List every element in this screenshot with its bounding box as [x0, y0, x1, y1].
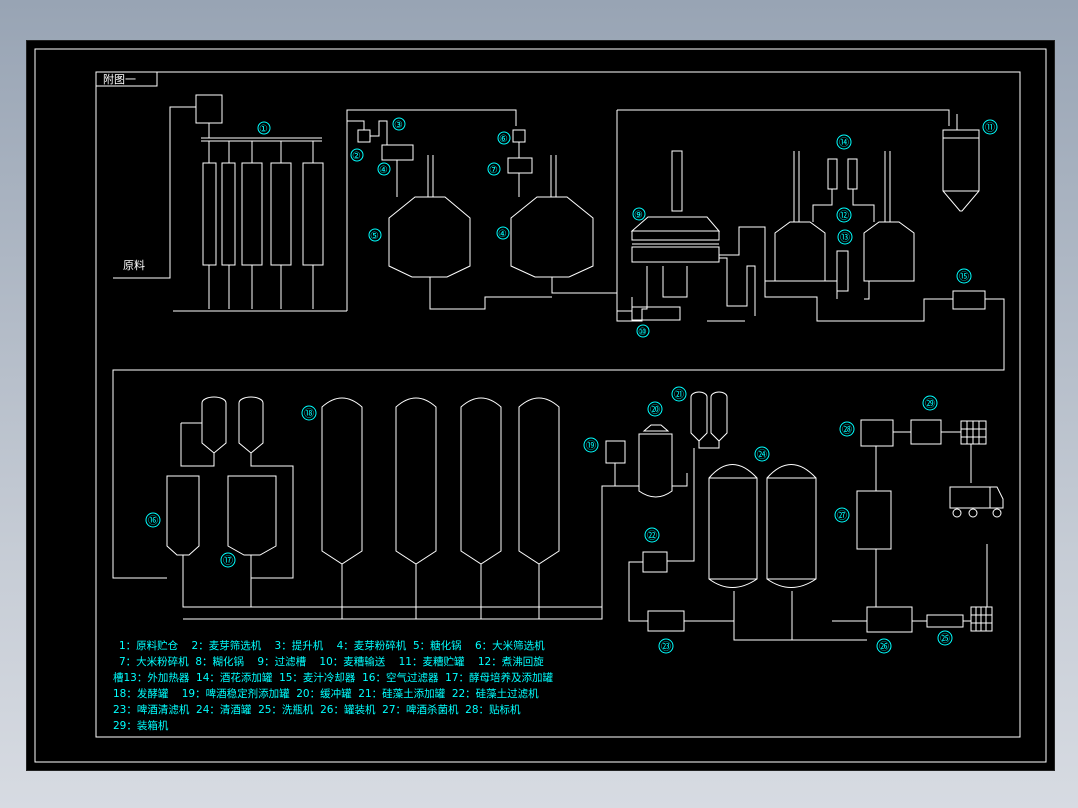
- filler: [866, 606, 913, 633]
- rice-mill: [507, 157, 533, 174]
- legend-line-6: 29：装箱机: [113, 719, 169, 732]
- marker-16: ⑯: [148, 515, 158, 527]
- cad-sheet: 附图一 原料 ① ② ③ ④ ⑤ ⑥ ⑦ ④ ⑨ ⑩ ⑪ ⑫ ⑬ ⑭ ⑮ ⑯ ⑰…: [26, 40, 1055, 771]
- wort-kettle-2: [863, 151, 915, 282]
- legend-line-4: 18：发酵罐 19：啤酒稳定剂添加罐 20：缓冲罐 21：硅藻土添加罐 22：硅…: [113, 687, 539, 700]
- hopper-box: [195, 94, 223, 124]
- marker-22: ㉒: [647, 530, 657, 542]
- marker-15: ⑮: [959, 271, 969, 283]
- air-filter: [201, 396, 227, 463]
- process-flow-diagram: 附图一 原料 ① ② ③ ④ ⑤ ⑥ ⑦ ④ ⑨ ⑩ ⑪ ⑫ ⑬ ⑭ ⑮ ⑯ ⑰…: [34, 48, 1047, 763]
- spent-grain-conveyor: [631, 306, 681, 321]
- spent-grain-tank: [942, 114, 980, 212]
- malt-screen: [357, 129, 371, 143]
- marker-7: ⑦: [489, 165, 498, 176]
- marker-24: ㉔: [757, 449, 767, 461]
- bottle-washer: [926, 614, 964, 628]
- marker-19: ⑲: [586, 440, 596, 452]
- marker-2: ②: [352, 151, 361, 162]
- diatomite-filter: [642, 551, 668, 573]
- legend-line-2: 7：大米粉碎机 8：糊化锅 9：过滤槽 10：麦糟输送 11：麦糟贮罐 12：煮…: [119, 655, 544, 668]
- hop-tank-2: [847, 158, 858, 190]
- marker-27: ㉗: [837, 510, 847, 522]
- rice-screen: [512, 129, 526, 143]
- raw-feed-line: [113, 106, 196, 279]
- marker-26: ㉖: [879, 641, 889, 653]
- equipment-markers: ① ② ③ ④ ⑤ ⑥ ⑦ ④ ⑨ ⑩ ⑪ ⑫ ⑬ ⑭ ⑮ ⑯ ⑰ ⑱ ⑲ ⑳ …: [145, 117, 998, 654]
- marker-12: ⑫: [839, 210, 849, 222]
- bright-beer-tanks: [708, 464, 817, 640]
- marker-4b: ④: [498, 229, 507, 240]
- equipment-legend: 1：原料贮仓 2：麦芽筛选机 3：提升机 4：麦芽粉碎机 5：糖化锅 6：大米筛…: [113, 639, 554, 732]
- hop-tank-1: [827, 158, 838, 190]
- external-heater: [836, 250, 849, 292]
- buffer-tank: [638, 424, 673, 498]
- drawing-title: 附图一: [103, 72, 136, 86]
- air-filter-2: [238, 396, 264, 463]
- case-packer: [910, 419, 942, 445]
- marker-25: ㉕: [940, 633, 950, 645]
- marker-6: ⑥: [499, 134, 508, 145]
- marker-5: ⑤: [370, 231, 379, 242]
- marker-23: ㉓: [661, 641, 671, 653]
- marker-3: ③: [394, 120, 403, 131]
- labeler: [860, 419, 894, 447]
- marker-21: ㉑: [674, 389, 684, 401]
- raw-material-label: 原料: [123, 258, 145, 272]
- marker-29: ㉙: [925, 398, 935, 410]
- marker-17: ⑰: [223, 555, 233, 567]
- marker-28: ㉘: [842, 424, 852, 436]
- wort-kettle-1: [774, 151, 826, 282]
- delivery-truck: [949, 486, 1004, 518]
- stabilizer-tank: [605, 440, 626, 464]
- legend-line-1: 1：原料贮仓 2：麦芽筛选机 3：提升机 4：麦芽粉碎机 5：糖化锅 6：大米筛…: [119, 639, 545, 652]
- legend-line-3: 槽13：外加热器 14：酒花添加罐 15：麦汁冷却器 16：空气过滤器 17：酵…: [113, 671, 554, 684]
- mash-tun: [388, 155, 471, 278]
- yeast-tank-1: [166, 475, 200, 556]
- marker-18: ⑱: [304, 408, 314, 420]
- legend-line-5: 23：啤酒清滤机 24：清酒罐 25：洗瓶机 26：罐装机 27：啤酒杀菌机 2…: [113, 703, 521, 716]
- marker-9: ⑨: [634, 210, 643, 221]
- yeast-tank-2: [227, 475, 277, 556]
- storage-silos: [202, 141, 324, 309]
- marker-1: ①: [259, 124, 268, 135]
- marker-11: ⑪: [985, 122, 995, 134]
- marker-14: ⑭: [839, 137, 849, 149]
- bottle-crate-out: [960, 420, 987, 445]
- sheet-filter: [647, 610, 685, 632]
- marker-20: ⑳: [650, 404, 660, 416]
- fermentation-tanks: [321, 397, 560, 619]
- lauter-tun: [630, 150, 721, 263]
- marker-13: ⑬: [840, 232, 850, 244]
- pasteurizer: [856, 490, 892, 550]
- marker-4: ④: [379, 165, 388, 176]
- diatomite-tanks: [690, 391, 728, 442]
- wort-cooler: [952, 290, 986, 310]
- malt-mill: [381, 144, 414, 161]
- marker-10: ⑩: [638, 327, 647, 338]
- bottle-crate-in: [970, 606, 993, 632]
